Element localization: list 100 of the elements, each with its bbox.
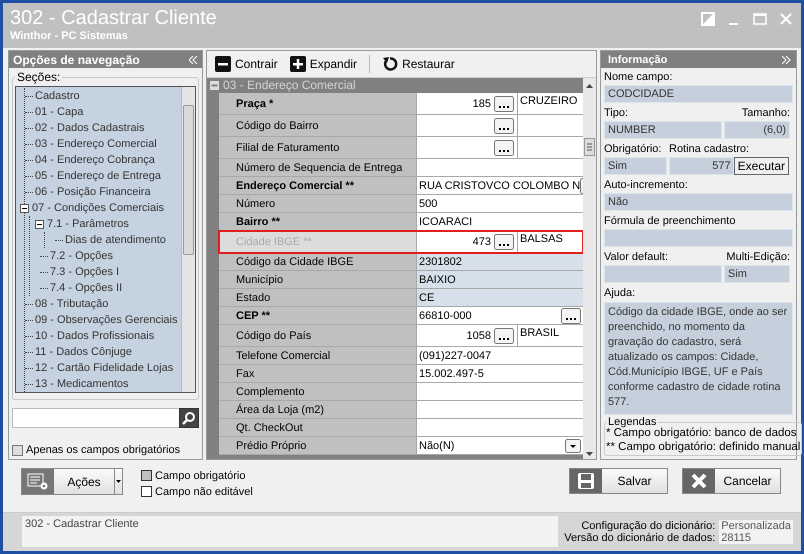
field-label: Qt. CheckOut [219, 419, 417, 436]
scroll-up-icon[interactable] [586, 84, 593, 88]
tree-item[interactable]: 7.2 - Opções [50, 250, 113, 262]
collapse-icon[interactable] [35, 220, 44, 228]
readonly-field: BAIXIO [417, 271, 583, 288]
field-value: (6,0) [763, 124, 786, 136]
restore-button[interactable]: Restaurar [378, 54, 459, 74]
window-subtitle: Winthor - PC Sistemas [10, 30, 129, 42]
field-label: Número de Sequencia de Entrega [219, 159, 417, 176]
text-field[interactable] [417, 159, 583, 176]
group-label: Seções: [16, 70, 62, 84]
collapse-icon[interactable] [20, 204, 29, 212]
field-label: Código da Cidade IBGE [219, 253, 417, 270]
tree-item[interactable]: 03 - Endereço Comercial [35, 138, 157, 150]
field-label: Estado [219, 289, 417, 306]
description-value: BALSAS [520, 233, 563, 245]
tree-item[interactable]: 7.4 - Opções II [50, 282, 122, 294]
status-label: Configuração do dicionário: [580, 520, 716, 532]
code-value: 185 [472, 98, 491, 110]
ellipsis-icon [494, 96, 514, 112]
tree-item[interactable]: 09 - Observações Gerenciais [35, 314, 178, 326]
text-field[interactable] [417, 419, 583, 436]
field-label: Código do País [219, 325, 417, 346]
field-label: Endereço Comercial ** [219, 177, 417, 194]
caret-icon [116, 480, 121, 483]
tree-item[interactable]: 13 - Medicamentos [35, 378, 129, 390]
undo-icon [382, 56, 398, 72]
search-field[interactable] [12, 408, 179, 428]
field-value: 66810-000 [419, 310, 472, 322]
tree-item[interactable]: 01 - Capa [35, 106, 84, 118]
tree-item[interactable]: 7.3 - Opções I [50, 266, 120, 278]
ellipsis-icon [494, 234, 514, 250]
tree-item[interactable]: 11 - Dados Cônjuge [35, 346, 132, 358]
collapse-button[interactable]: Contrair [211, 54, 282, 74]
scroll-thumb-icon[interactable] [584, 138, 595, 156]
field-label: Nome campo: [604, 70, 674, 85]
readonly-field: 2301802 [417, 253, 583, 270]
checkbox[interactable] [12, 444, 23, 456]
tree-item[interactable]: 05 - Endereço de Entrega [35, 170, 161, 182]
field-label: Município [219, 271, 417, 288]
field-label: Obrigatório: [604, 142, 662, 157]
checkbox-label: Apenas os campos obrigatórios [26, 444, 180, 456]
field-value: Não(N) [419, 440, 454, 452]
actions-button[interactable]: Ações [21, 468, 123, 495]
tree-item[interactable]: 04 - Endereço Cobrança [35, 154, 155, 166]
tree-item[interactable]: 02 - Dados Cadastrais [35, 122, 144, 134]
legend-text: ** Campo obrigatório: definido manual [606, 440, 800, 454]
window-title: 302 - Cadastrar Cliente [10, 6, 217, 30]
text-field[interactable] [417, 383, 583, 400]
field-label: Número [219, 195, 417, 212]
execute-button[interactable]: Executar [734, 157, 789, 175]
minus-icon [215, 56, 231, 72]
tree-item[interactable]: 07 - Condições Comerciais [32, 202, 164, 214]
plus-icon [290, 56, 306, 72]
tree-item[interactable]: 10 - Dados Profissionais [35, 330, 154, 342]
code-value: 1058 [466, 330, 491, 342]
lookup-button[interactable] [494, 234, 514, 250]
expand-button[interactable]: Expandir [286, 54, 362, 74]
ellipsis-icon [494, 328, 514, 344]
field-label: Auto-incremento: [604, 178, 689, 193]
collapse-panel-icon[interactable] [189, 56, 198, 64]
lookup-button[interactable] [494, 140, 514, 156]
tree-item[interactable]: 08 - Tributação [35, 298, 108, 310]
list-gear-icon [27, 472, 49, 490]
text-field[interactable]: 15.002.497-5 [417, 365, 583, 382]
legend-label: Campo obrigatório [155, 470, 246, 482]
field-label: Fax [219, 365, 417, 382]
text-field[interactable] [417, 401, 583, 418]
tree-item[interactable]: 7.1 - Parâmetros [47, 218, 129, 230]
field-label: Bairro ** [219, 213, 417, 230]
field-label: CEP ** [219, 307, 417, 324]
readonly-field: CE [417, 289, 583, 306]
field-value: NUMBER [608, 124, 656, 136]
field-label: Complemento [219, 383, 417, 400]
scrollbar[interactable] [583, 78, 596, 459]
status-value: Personalizada [719, 520, 793, 532]
scroll-down-icon[interactable] [586, 452, 593, 456]
expand-panel-icon[interactable] [782, 56, 791, 64]
tree-item[interactable]: 12 - Cartão Fidelidade Lojas [35, 362, 174, 374]
tree-item[interactable]: Dias de atendimento [65, 234, 166, 246]
lookup-button[interactable] [494, 96, 514, 112]
field-label: Área da Loja (m2) [219, 401, 417, 418]
search-button[interactable] [179, 408, 199, 428]
tree-item[interactable]: 06 - Posição Financeira [35, 186, 151, 198]
text-field[interactable]: 500 [417, 195, 583, 212]
lookup-button[interactable] [494, 118, 514, 134]
field-value: RUA CRISTOVCO COLOMBO N [419, 180, 580, 192]
scrollbar[interactable] [181, 87, 195, 392]
status-value: 28115 [719, 532, 793, 544]
field-value: 577 [712, 160, 731, 172]
text-field[interactable]: (091)227-0047 [417, 347, 583, 364]
field-label: Praça * [219, 93, 417, 114]
lookup-button[interactable] [561, 308, 581, 324]
field-label: Prédio Próprio [219, 437, 417, 454]
status-text: 302 - Cadastrar Cliente [22, 516, 558, 547]
field-label: Tamanho: [742, 106, 790, 121]
lookup-button[interactable] [494, 328, 514, 344]
tree-item[interactable]: Cadastro [35, 90, 80, 102]
dropdown[interactable]: Não(N) [417, 437, 583, 454]
text-field[interactable]: ICOARACI [417, 213, 583, 230]
